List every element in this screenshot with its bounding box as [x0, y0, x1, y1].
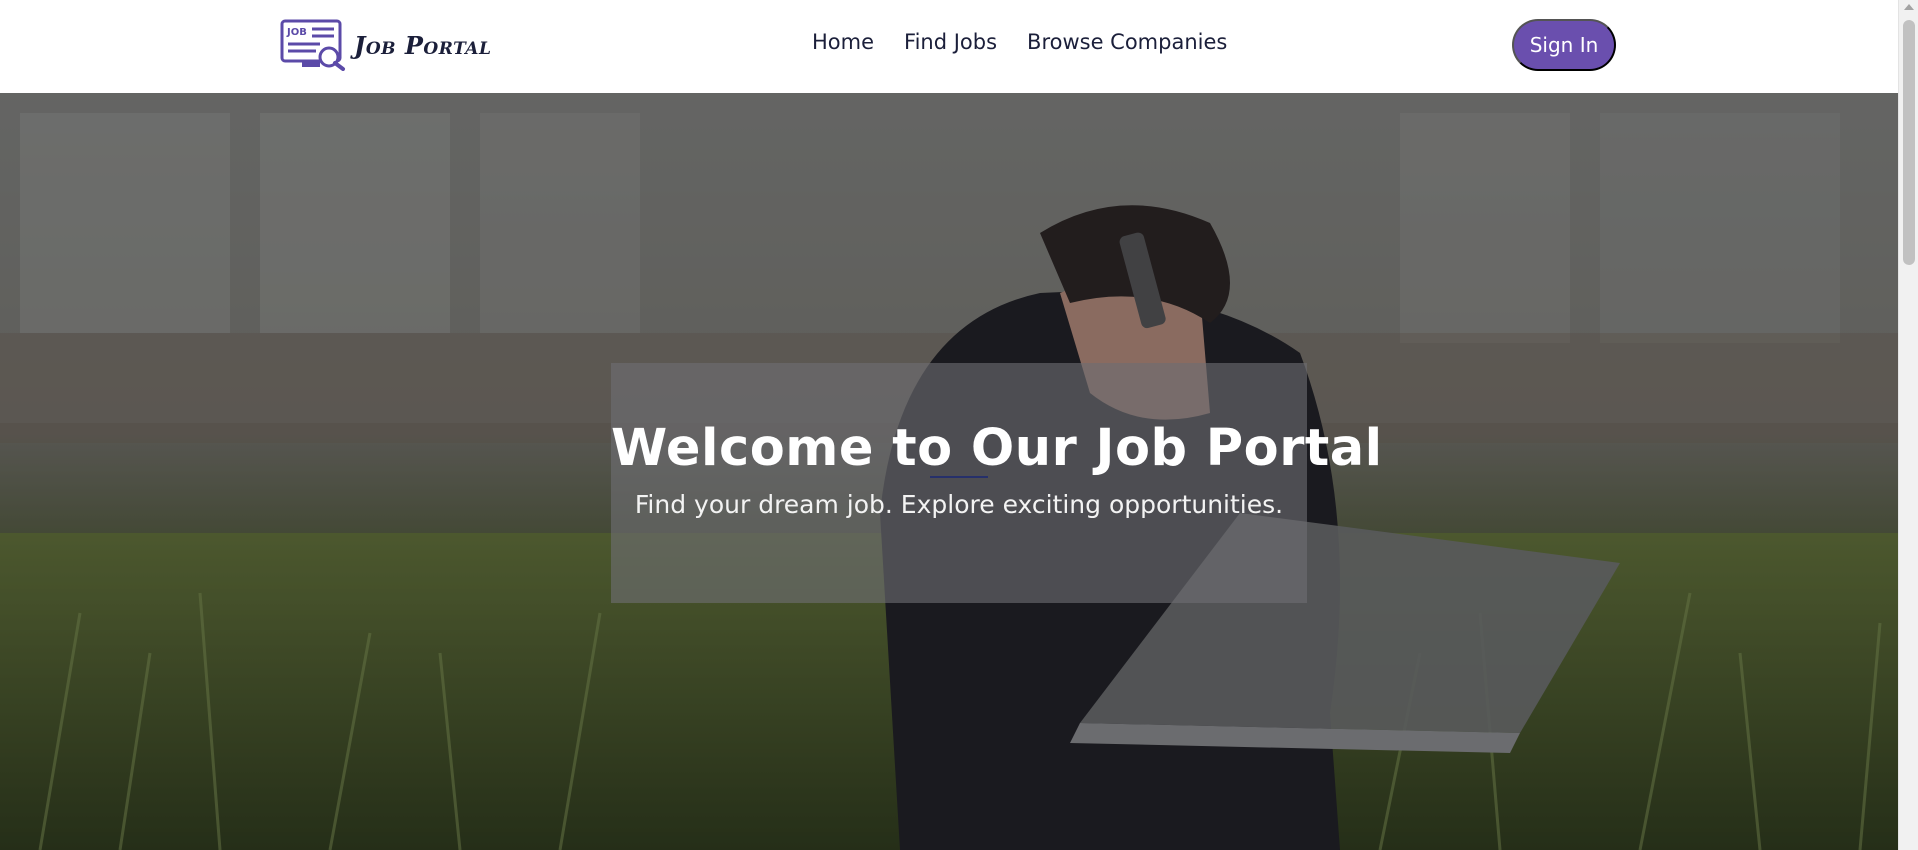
brand-name: Job Portal [354, 30, 492, 60]
brand[interactable]: JOB Job Portal [280, 19, 491, 71]
sign-in-button[interactable]: Sign In [1512, 19, 1616, 71]
scroll-up-arrow-icon[interactable] [1904, 4, 1914, 10]
scrollbar-thumb[interactable] [1903, 20, 1915, 265]
job-search-icon: JOB [280, 19, 345, 71]
nav-browse-companies[interactable]: Browse Companies [1027, 30, 1227, 54]
svg-text:JOB: JOB [286, 27, 307, 38]
nav-find-jobs[interactable]: Find Jobs [904, 30, 997, 54]
hero-card: Welcome to Our Job Portal Find your drea… [611, 363, 1383, 603]
navbar: JOB Job Portal Home Find Jobs Browse Com… [0, 0, 1898, 93]
hero-section: Welcome to Our Job Portal Find your drea… [0, 93, 1898, 850]
main-nav: Home Find Jobs Browse Companies [812, 30, 1257, 54]
hero-title: Welcome to Our Job Portal [611, 419, 1383, 478]
hero-subtitle: Find your dream job. Explore exciting op… [634, 490, 1284, 519]
nav-home[interactable]: Home [812, 30, 874, 54]
vertical-scrollbar[interactable] [1898, 0, 1918, 850]
